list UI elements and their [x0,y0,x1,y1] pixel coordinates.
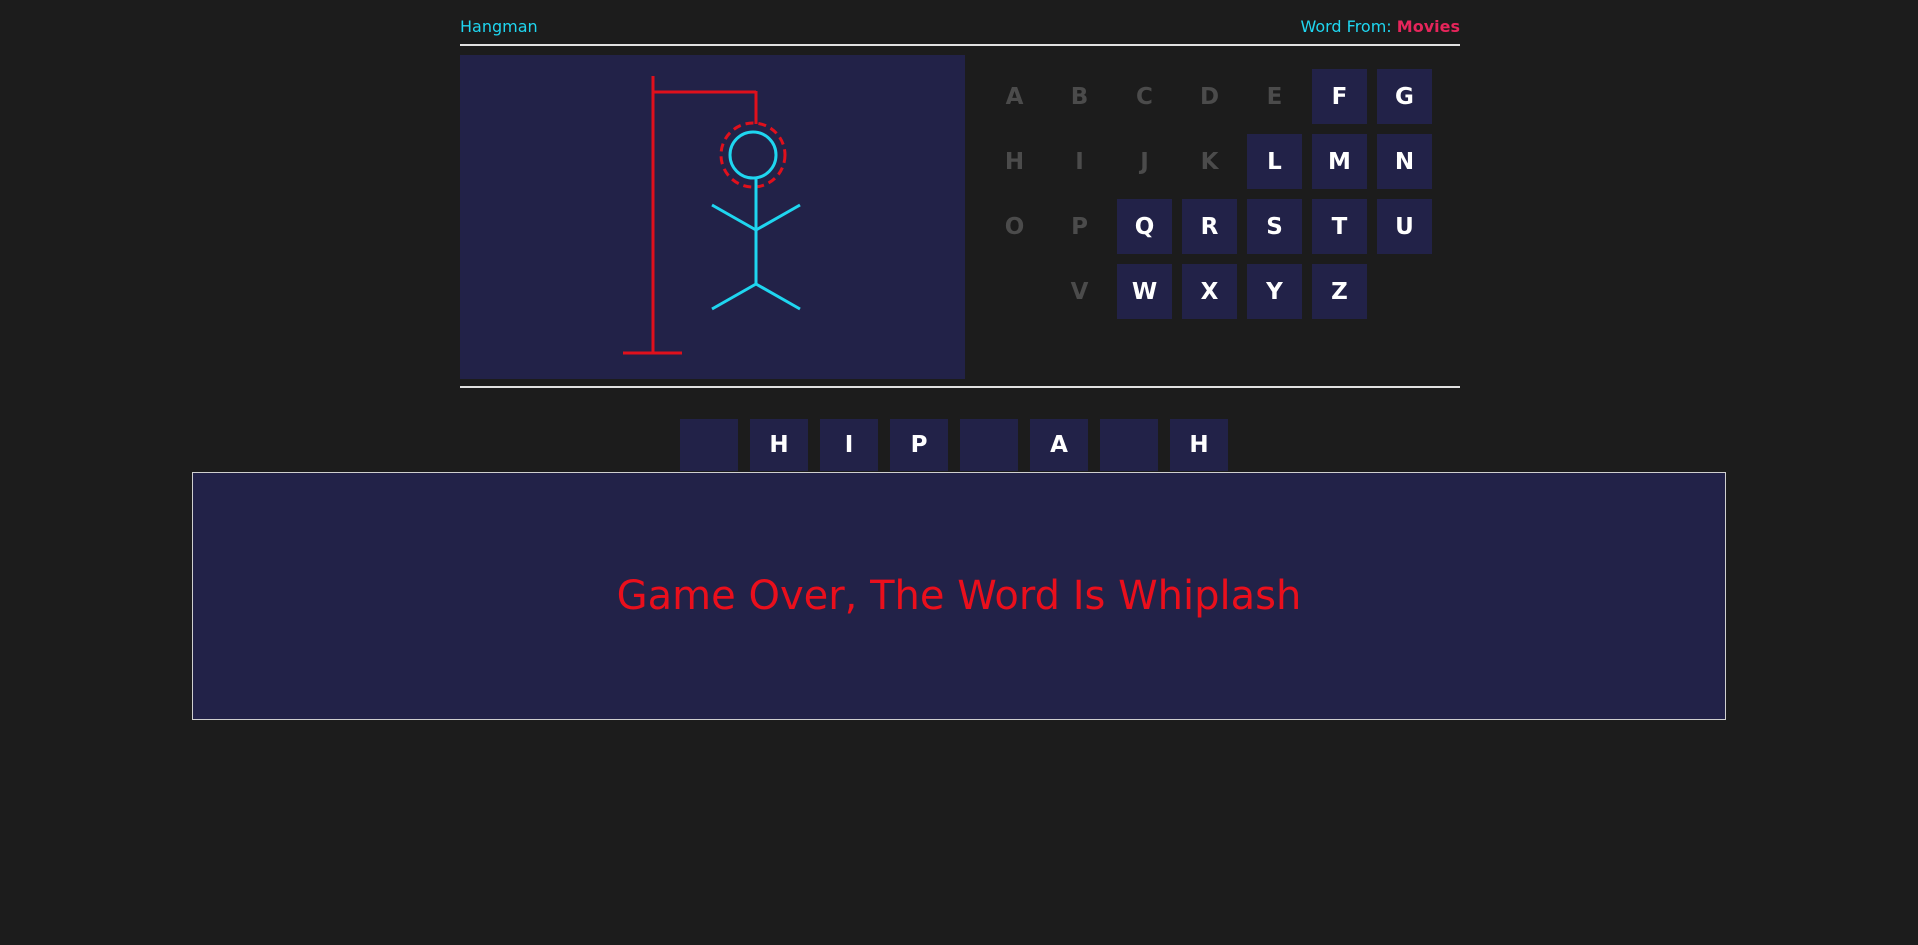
figure-right-arm [755,203,801,232]
letter-key-b: B [1070,83,1089,110]
letter-key-z[interactable]: Z [1312,264,1367,319]
stick-figure [711,130,801,311]
letter-key-v: V [1070,278,1089,305]
game-over-message: Game Over, The Word Is Whiplash [616,573,1302,619]
header: Hangman Word From: Movies [460,17,1460,37]
letter-key-x[interactable]: X [1182,264,1237,319]
letter-key-e: E [1266,83,1283,110]
letter-key-y[interactable]: Y [1247,264,1302,319]
letter-key-u[interactable]: U [1377,199,1432,254]
letter-key-i: I [1075,148,1084,175]
letter-key-s[interactable]: S [1247,199,1302,254]
letter-key-r[interactable]: R [1182,199,1237,254]
letter-key-t[interactable]: T [1312,199,1367,254]
letter-key-h: H [1004,148,1025,175]
board-divider [460,386,1460,388]
letter-key-k: K [1200,148,1219,175]
word-letter-slot: P [890,419,948,471]
letter-key-f[interactable]: F [1312,69,1367,124]
letter-key-a: A [1005,83,1024,110]
word-letter-slot [1100,419,1158,471]
word-letter-slot: I [820,419,878,471]
game-over-dialog: Game Over, The Word Is Whiplash [192,472,1726,720]
letter-key-o: O [1004,213,1025,240]
figure-left-arm [711,203,757,232]
letter-key-w[interactable]: W [1117,264,1172,319]
letter-key-q[interactable]: Q [1117,199,1172,254]
letter-key-j: J [1140,148,1149,175]
word-category: Movies [1396,17,1460,36]
word-letter-slot: H [1170,419,1228,471]
letter-key-g[interactable]: G [1377,69,1432,124]
letter-key-d: D [1199,83,1220,110]
letter-key-c: C [1136,83,1153,110]
figure-head [728,130,778,180]
letter-key-m[interactable]: M [1312,134,1367,189]
word-letter-slot: H [750,419,808,471]
hangman-drawing [623,76,801,355]
app-title: Hangman [460,17,538,36]
letter-key-p: P [1071,213,1088,240]
letter-key-empty [987,264,1042,319]
letter-key-l[interactable]: L [1247,134,1302,189]
word-category-label: Word From: Movies [1300,17,1460,36]
figure-left-leg [711,282,757,311]
hangman-drawing-panel [460,55,965,379]
word-letter-slot [680,419,738,471]
figure-right-leg [755,282,801,311]
letter-keyboard: A B C D E FG H I J K LMN O P QRSTU V WXYZ [987,69,1477,329]
gallows [623,76,787,355]
word-letter-slot: A [1030,419,1088,471]
letter-key-n[interactable]: N [1377,134,1432,189]
word-from-label: Word From: [1300,17,1392,36]
word-letter-slot [960,419,1018,471]
header-divider [460,44,1460,46]
